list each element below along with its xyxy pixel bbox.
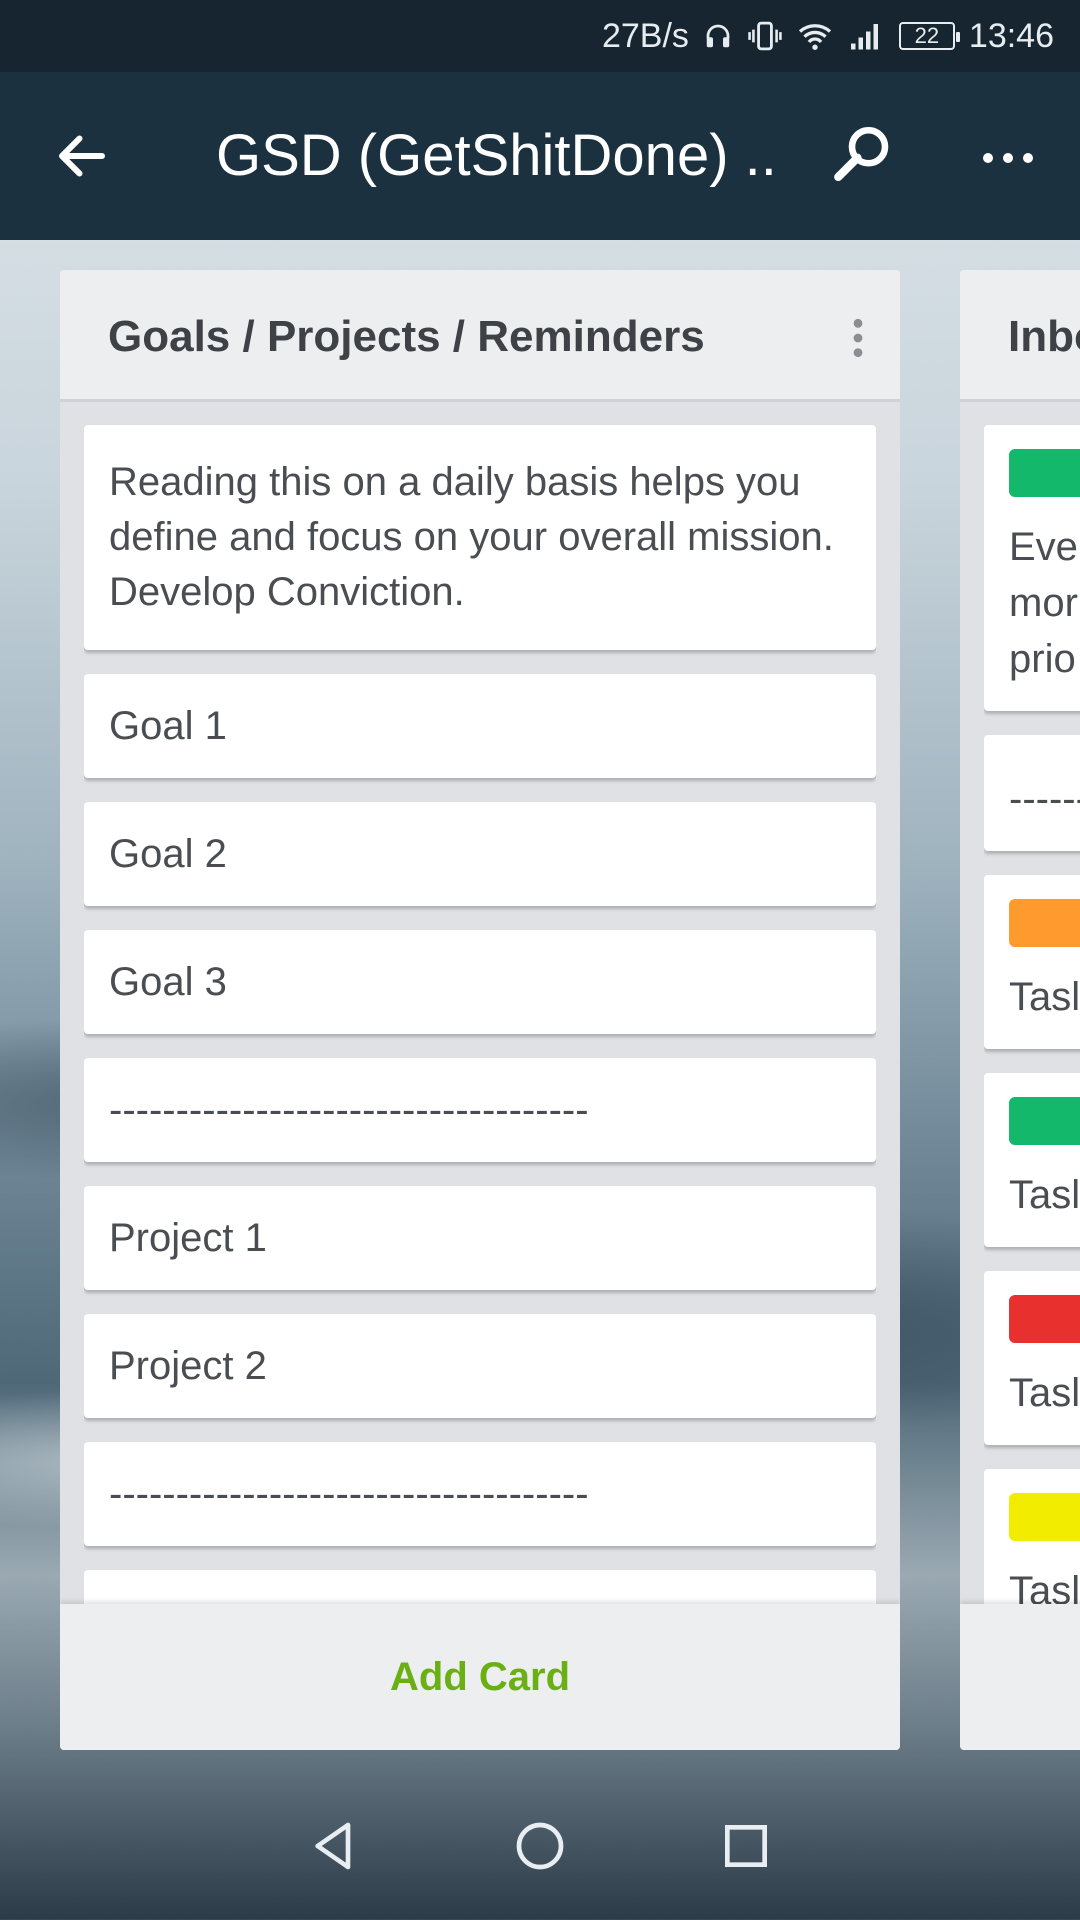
card-text: Goal 3	[109, 959, 227, 1004]
home-nav-icon[interactable]	[512, 1818, 568, 1879]
list-title[interactable]: Goals / Projects / Reminders	[108, 312, 705, 362]
list-card[interactable]: Tasl	[984, 1271, 1080, 1445]
card-label	[1009, 1493, 1080, 1541]
card-label	[1009, 1295, 1080, 1343]
headphones-icon	[703, 21, 733, 51]
card-label	[1009, 1097, 1080, 1145]
search-icon[interactable]	[830, 122, 896, 188]
card-text: ------------------------------------	[109, 1471, 589, 1516]
list-card[interactable]: Goal 1	[84, 674, 876, 778]
card-text: Project 1	[109, 1215, 267, 1260]
list-card[interactable]: Tasl	[984, 1469, 1080, 1610]
list-card[interactable]: ------------------------------------	[84, 1442, 876, 1546]
list-goals-projects-reminders: Goals / Projects / Reminders Reading thi…	[60, 270, 900, 1750]
list-card[interactable]: Goal 3	[84, 930, 876, 1034]
card-text: ------------------------------------	[109, 1087, 589, 1132]
list-card[interactable]: Goal 2	[84, 802, 876, 906]
list-card[interactable]: ------------------------------------	[84, 1058, 876, 1162]
card-text: Goal 1	[109, 703, 227, 748]
card-text: Goal 2	[109, 831, 227, 876]
board-title[interactable]: GSD (GetShitDone) ...	[216, 122, 782, 189]
card-text: Project 2	[109, 1343, 267, 1388]
list-card[interactable]: Project 2	[84, 1314, 876, 1418]
list-card[interactable]: Reading this on a daily basis helps you …	[84, 425, 876, 650]
list-card[interactable]: Project 1	[84, 1186, 876, 1290]
arrow-left-icon[interactable]	[52, 126, 112, 186]
list-inbox: Inbo Ever mor prio ------ Tasl Tasl Tasl Tasl	[960, 270, 1080, 1750]
card-list: Reading this on a daily basis helps you …	[84, 425, 876, 1610]
card-text: Tasl	[1009, 1569, 1080, 1610]
card-text: Tasl	[1009, 975, 1080, 1019]
card-list: Ever mor prio ------ Tasl Tasl Tasl Tasl	[984, 425, 1080, 1610]
card-label	[1009, 449, 1080, 497]
battery-icon: 22	[898, 22, 960, 50]
list-card[interactable]: Ever mor prio	[984, 425, 1080, 711]
navigation-bar	[0, 1776, 1080, 1920]
back-nav-icon[interactable]	[306, 1818, 362, 1879]
card-text: Tasl	[1009, 1371, 1080, 1415]
recents-nav-icon[interactable]	[718, 1818, 774, 1879]
list-title[interactable]: Inbo	[1008, 312, 1080, 362]
more-vertical-icon[interactable]	[848, 316, 868, 360]
add-card-button[interactable]	[960, 1604, 1080, 1750]
card-label	[1009, 899, 1080, 947]
wifi-icon	[797, 21, 833, 51]
list-card[interactable]: ------	[984, 735, 1080, 851]
status-bar: 27B/s 22 13:46	[0, 0, 1080, 72]
more-horizontal-icon[interactable]	[978, 128, 1038, 188]
card-text: ------	[1009, 777, 1080, 821]
list-card[interactable]: Tasl	[984, 1073, 1080, 1247]
list-header: Goals / Projects / Reminders	[60, 270, 900, 402]
list-header: Inbo	[960, 270, 1080, 402]
vibrate-icon	[747, 20, 783, 52]
clock: 13:46	[968, 16, 1054, 55]
signal-icon	[847, 21, 885, 51]
list-card[interactable]: Tasl	[984, 875, 1080, 1049]
card-text: Reading this on a daily basis helps you …	[109, 460, 834, 614]
card-text: Tasl	[1009, 1173, 1080, 1217]
card-text: Ever mor prio	[1009, 525, 1080, 681]
network-speed: 27B/s	[601, 16, 689, 55]
add-card-button[interactable]: Add Card	[60, 1604, 900, 1750]
app-bar: GSD (GetShitDone) ...	[0, 72, 1080, 240]
